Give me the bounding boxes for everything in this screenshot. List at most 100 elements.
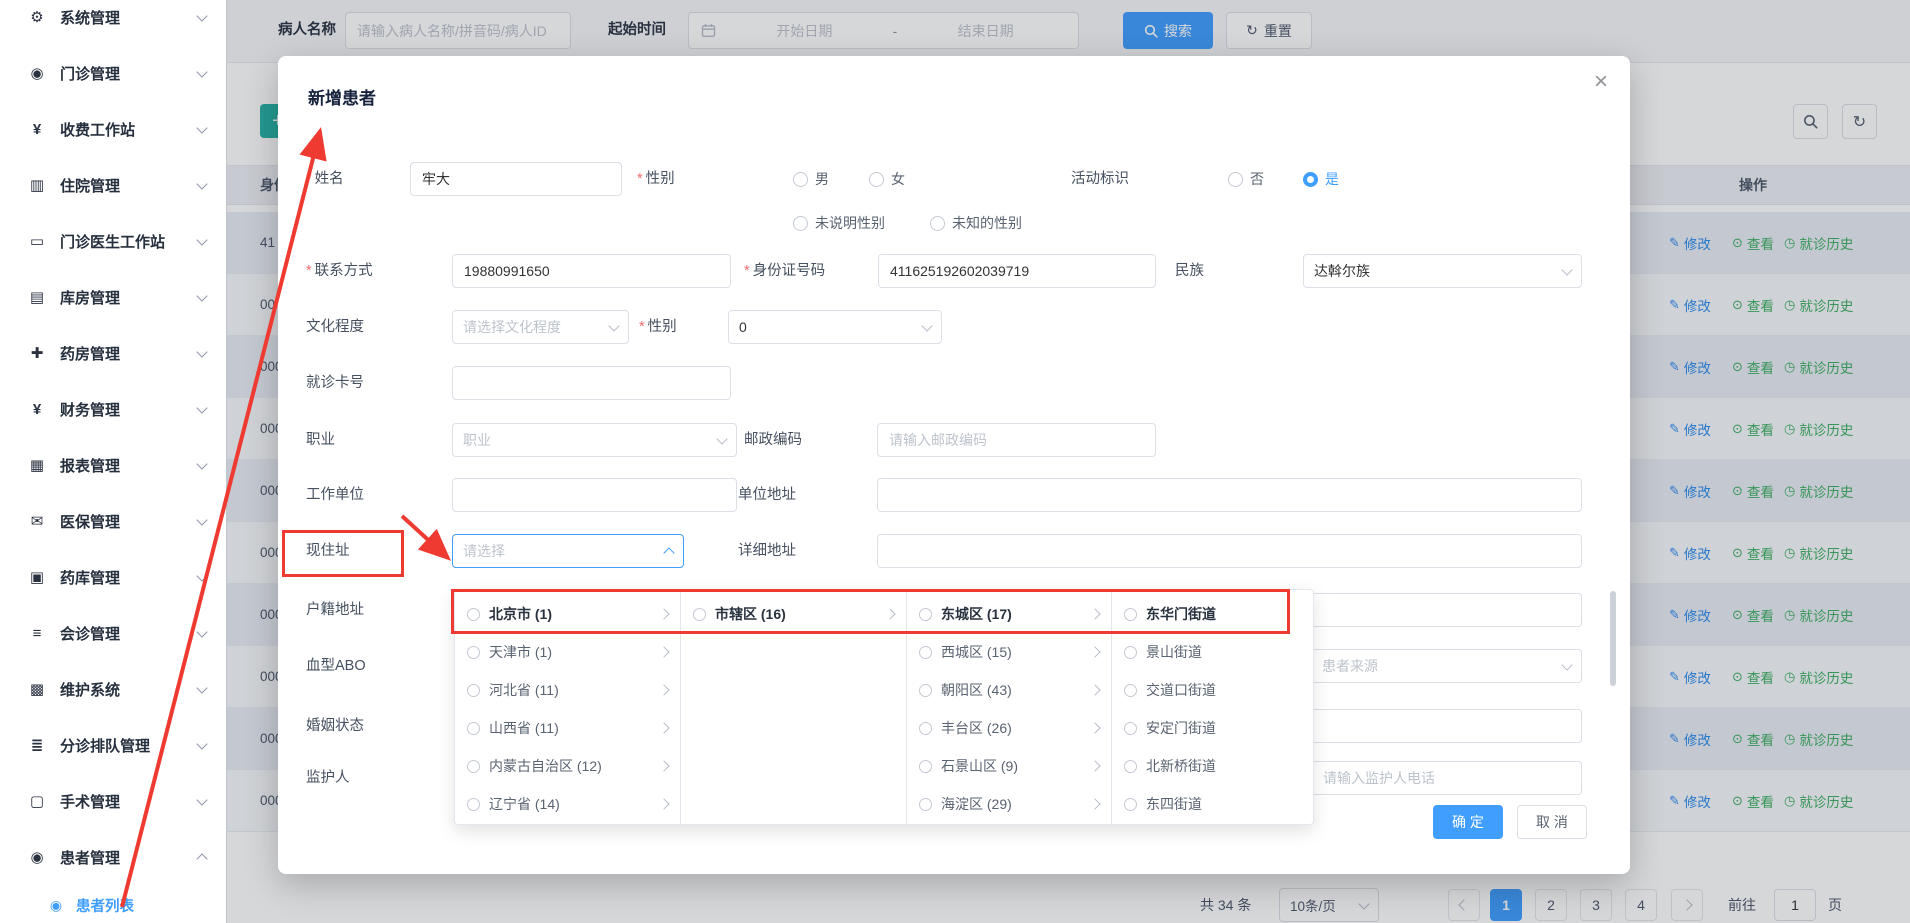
radio-active-yes[interactable]: 是 (1303, 162, 1339, 196)
cascader-option-street[interactable]: 景山街道 (1112, 633, 1313, 671)
cascader-option-district[interactable]: 朝阳区 (43) (907, 671, 1111, 709)
label-text: 身份证号码 (753, 263, 826, 279)
sidebar-item-doctor-station[interactable]: ▭门诊医生工作站 (0, 213, 226, 269)
chevron-down-icon (196, 10, 207, 21)
cascader-option-district[interactable]: 丰台区 (26) (907, 709, 1111, 747)
sidebar-item-warehouse[interactable]: ▤库房管理 (0, 269, 226, 325)
postcode-input[interactable] (877, 423, 1156, 457)
cascader-option-district[interactable]: 石景山区 (9) (907, 747, 1111, 785)
grid-icon: ▩ (26, 680, 48, 698)
gender2-select[interactable]: 0 (728, 310, 942, 344)
sidebar-subitem-patient-list[interactable]: ◉患者列表 (0, 885, 226, 923)
modal-scrollbar[interactable] (1610, 591, 1616, 686)
sidebar-item-maintenance[interactable]: ▩维护系统 (0, 661, 226, 717)
detail-addr-input[interactable] (877, 534, 1582, 568)
cascader-option-district[interactable]: 海淀区 (29) (907, 785, 1111, 823)
sidebar-item-pharmacy[interactable]: ✚药房管理 (0, 325, 226, 381)
gear-icon: ⚙ (26, 8, 48, 26)
cascader-option-street[interactable]: 东华门街道 (1112, 595, 1313, 633)
chevron-right-icon (1089, 760, 1100, 771)
chevron-down-icon (196, 346, 207, 357)
sidebar-item-system[interactable]: ⚙系统管理 (0, 0, 226, 45)
cascader-option-street[interactable]: 东四街道 (1112, 785, 1313, 823)
radio-circle-icon (919, 722, 932, 735)
sidebar-item-drugstore[interactable]: ▣药库管理 (0, 549, 226, 605)
cascader-option-province[interactable]: 山西省 (11) (455, 709, 680, 747)
cascader-option-city[interactable]: 市辖区 (16) (681, 595, 906, 633)
close-icon[interactable]: × (1594, 70, 1608, 94)
guardian-phone-input[interactable] (1311, 761, 1582, 795)
contact-input[interactable] (452, 254, 731, 288)
blood-type-label: 血型ABO (306, 649, 366, 683)
sidebar-item-inpatient[interactable]: ▥住院管理 (0, 157, 226, 213)
sidebar-item-insurance[interactable]: ✉医保管理 (0, 493, 226, 549)
patient-source-placeholder: 患者来源 (1322, 656, 1378, 676)
education-select[interactable]: 请选择文化程度 (452, 310, 629, 344)
gender2-value: 0 (739, 319, 747, 335)
confirm-button[interactable]: 确 定 (1433, 805, 1503, 839)
cancel-button[interactable]: 取 消 (1517, 805, 1587, 839)
square-icon: ▢ (26, 792, 48, 810)
work-unit-input[interactable] (452, 478, 737, 512)
sidebar-item-consultation[interactable]: ≡会诊管理 (0, 605, 226, 661)
radio-male[interactable]: 男 (793, 162, 829, 196)
sidebar-item-report[interactable]: ▦报表管理 (0, 437, 226, 493)
cascader-option-district[interactable]: 西城区 (15) (907, 633, 1111, 671)
ethnicity-value: 达斡尔族 (1314, 261, 1370, 281)
cur-addr-placeholder: 请选择 (463, 541, 505, 561)
id-number-input[interactable] (878, 254, 1156, 288)
chevron-down-icon (196, 290, 207, 301)
option-label: 安定门街道 (1146, 718, 1301, 738)
chevron-down-icon (1561, 264, 1572, 275)
cascader-province-column: 北京市 (1) 天津市 (1) 河北省 (11) 山西省 (11) 内蒙古自治区… (455, 590, 681, 824)
chevron-right-icon (1089, 608, 1100, 619)
chevron-down-icon (196, 794, 207, 805)
sidebar-item-surgery[interactable]: ▢手术管理 (0, 773, 226, 829)
radio-gender-unstated[interactable]: 未说明性别 (793, 206, 885, 240)
radio-circle-icon (467, 684, 480, 697)
chevron-down-icon (921, 320, 932, 331)
option-label: 河北省 (11) (489, 680, 651, 700)
detail-addr-label: 详细地址 (738, 534, 796, 568)
chevron-down-icon (716, 433, 727, 444)
radio-active-no[interactable]: 否 (1228, 162, 1264, 196)
id-number-label: *身份证号码 (744, 254, 825, 288)
required-mark: * (306, 171, 312, 187)
option-label: 市辖区 (16) (715, 604, 877, 624)
radio-circle-icon (919, 760, 932, 773)
occupation-select[interactable]: 职业 (452, 423, 737, 457)
name-input[interactable] (410, 162, 622, 196)
cascader-option-province[interactable]: 河北省 (11) (455, 671, 680, 709)
sidebar-item-outpatient[interactable]: ◉门诊管理 (0, 45, 226, 101)
cascader-option-province[interactable]: 辽宁省 (14) (455, 785, 680, 823)
chevron-down-icon (1561, 659, 1572, 670)
sidebar: ⚙系统管理 ◉门诊管理 ¥收费工作站 ▥住院管理 ▭门诊医生工作站 ▤库房管理 … (0, 0, 227, 923)
sidebar-item-triage-queue[interactable]: ≣分诊排队管理 (0, 717, 226, 773)
radio-label: 未说明性别 (815, 213, 885, 233)
sidebar-item-finance[interactable]: ¥财务管理 (0, 381, 226, 437)
ethnicity-select[interactable]: 达斡尔族 (1303, 254, 1582, 288)
radio-circle-icon (1124, 608, 1137, 621)
cascader-option-province[interactable]: 北京市 (1) (455, 595, 680, 633)
sidebar-item-charging[interactable]: ¥收费工作站 (0, 101, 226, 157)
label-text: 性别 (646, 171, 675, 187)
radio-female[interactable]: 女 (869, 162, 905, 196)
radio-gender-unknown[interactable]: 未知的性别 (930, 206, 1022, 240)
person-icon: ◉ (26, 64, 48, 82)
option-label: 交道口街道 (1146, 680, 1301, 700)
cascader-option-province[interactable]: 内蒙古自治区 (12) (455, 747, 680, 785)
work-addr-input[interactable] (877, 478, 1582, 512)
cascader-option-street[interactable]: 安定门街道 (1112, 709, 1313, 747)
occupation-label: 职业 (306, 423, 335, 457)
card-no-input[interactable] (452, 366, 731, 400)
cur-addr-cascader-select[interactable]: 请选择 (452, 534, 684, 568)
cascader-option-province[interactable]: 天津市 (1) (455, 633, 680, 671)
cascader-option-street[interactable]: 北新桥街道 (1112, 747, 1313, 785)
cascader-option-street[interactable]: 交道口街道 (1112, 671, 1313, 709)
chevron-down-icon (196, 66, 207, 77)
cascader-option-district[interactable]: 东城区 (17) (907, 595, 1111, 633)
sidebar-item-patient-mgmt[interactable]: ◉患者管理 (0, 829, 226, 885)
option-label: 北新桥街道 (1146, 756, 1301, 776)
option-label: 山西省 (11) (489, 718, 651, 738)
patient-source-select[interactable]: 患者来源 (1311, 649, 1582, 683)
